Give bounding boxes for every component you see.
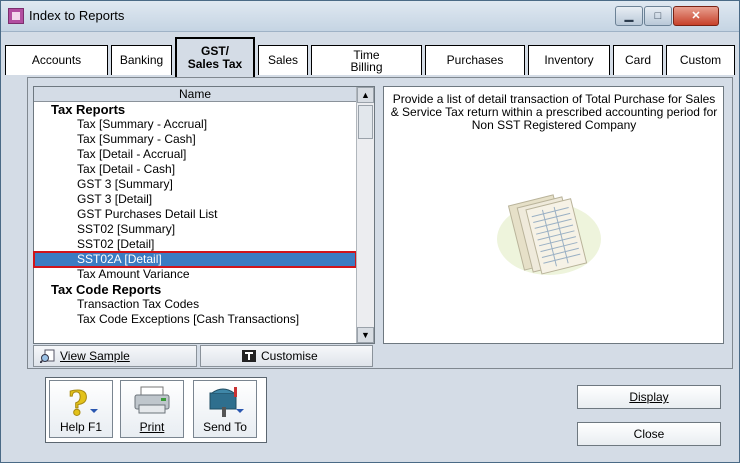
tab-inventory[interactable]: Inventory (528, 45, 610, 75)
bottom-toolbar: ? Help F1 Print Send To Display Close (27, 373, 733, 459)
tab-custom[interactable]: Custom (666, 45, 735, 75)
tab-label: Custom (679, 53, 722, 67)
report-tabs: Accounts Banking GST/ Sales Tax Sales Ti… (5, 37, 735, 77)
list-item[interactable]: Tax [Detail - Cash] (34, 162, 356, 177)
tab-gst-sales-tax[interactable]: GST/ Sales Tax (175, 37, 255, 77)
tab-label: Time (353, 48, 380, 62)
scroll-down-icon[interactable]: ▼ (357, 327, 374, 343)
category-tax-reports[interactable]: Tax Reports (34, 102, 356, 117)
list-item[interactable]: Tax [Summary - Cash] (34, 132, 356, 147)
list-item[interactable]: SST02 [Detail] (34, 237, 356, 252)
print-label: Print (121, 420, 183, 434)
help-button[interactable]: ? Help F1 (49, 380, 113, 438)
list-item[interactable]: SST02 [Summary] (34, 222, 356, 237)
display-button[interactable]: Display (577, 385, 721, 409)
list-scrollbar[interactable]: ▲ ▼ (356, 87, 374, 343)
send-to-icon (209, 387, 244, 417)
list-item[interactable]: Tax Code Exceptions [Cash Transactions] (34, 312, 356, 327)
tab-accounts[interactable]: Accounts (5, 45, 108, 75)
index-to-reports-window: Index to Reports ▁ □ ✕ Accounts Banking … (0, 0, 740, 463)
tab-sales[interactable]: Sales (258, 45, 308, 75)
scroll-up-icon[interactable]: ▲ (357, 87, 374, 103)
name-column-header: Name (34, 87, 356, 102)
tab-label: Billing (350, 60, 383, 74)
tab-time-billing[interactable]: Time Billing (311, 45, 422, 75)
close-icon: ✕ (691, 10, 701, 22)
list-item[interactable]: Tax [Detail - Accrual] (34, 147, 356, 162)
scroll-thumb[interactable] (358, 105, 373, 139)
tab-label: Inventory (544, 53, 594, 67)
maximize-icon: □ (654, 10, 662, 22)
reports-panel: Name Tax Reports Tax [Summary - Accrual]… (27, 77, 733, 369)
tab-purchases[interactable]: Purchases (425, 45, 525, 75)
window-title: Index to Reports (29, 8, 125, 23)
tab-banking[interactable]: Banking (111, 45, 172, 75)
report-description: Provide a list of detail transaction of … (390, 92, 718, 132)
view-sample-label: View Sample (60, 349, 130, 363)
command-bar: ? Help F1 Print Send To (45, 377, 267, 443)
display-label: Display (629, 390, 669, 404)
tab-label: Sales (267, 53, 299, 67)
customise-icon (242, 350, 256, 362)
list-item[interactable]: Transaction Tax Codes (34, 297, 356, 312)
list-item[interactable]: GST 3 [Summary] (34, 177, 356, 192)
list-item[interactable]: Tax [Summary - Accrual] (34, 117, 356, 132)
tab-label: Card (624, 53, 651, 67)
view-sample-icon (40, 349, 55, 363)
list-item-selected[interactable]: SST02A [Detail] (33, 251, 357, 268)
printer-icon (134, 386, 170, 414)
customise-button[interactable]: Customise (200, 345, 373, 367)
help-icon: ? (68, 385, 98, 419)
list-item[interactable]: GST 3 [Detail] (34, 192, 356, 207)
report-sheets-icon (497, 194, 601, 275)
close-window-button[interactable]: ✕ (673, 6, 719, 26)
close-label: Close (633, 427, 665, 441)
tab-label: Purchases (446, 53, 504, 67)
print-label-text: Print (139, 420, 165, 434)
list-item[interactable]: GST Purchases Detail List (34, 207, 356, 222)
customise-label: Customise (261, 349, 318, 363)
tab-label: GST/ (200, 44, 229, 58)
help-label: Help F1 (59, 420, 103, 434)
minimize-icon: ▁ (624, 10, 634, 22)
tab-card[interactable]: Card (613, 45, 663, 75)
category-tax-code-reports[interactable]: Tax Code Reports (34, 282, 356, 297)
title-bar: Index to Reports ▁ □ ✕ (1, 1, 739, 32)
app-icon (8, 8, 24, 24)
report-list: Name Tax Reports Tax [Summary - Accrual]… (33, 86, 375, 344)
view-sample-button[interactable]: View Sample (33, 345, 197, 367)
report-rows: Tax Reports Tax [Summary - Accrual] Tax … (33, 102, 357, 327)
close-button[interactable]: Close (577, 422, 721, 446)
print-button[interactable]: Print (120, 380, 184, 438)
send-to-button[interactable]: Send To (193, 380, 257, 438)
tab-label: Sales Tax (187, 57, 243, 71)
list-item[interactable]: Tax Amount Variance (34, 267, 356, 282)
svg-text:?: ? (68, 385, 88, 419)
report-description-pane: Provide a list of detail transaction of … (383, 86, 724, 344)
minimize-button[interactable]: ▁ (615, 6, 643, 26)
tab-label: Accounts (31, 53, 82, 67)
send-to-label: Send To (203, 420, 247, 434)
maximize-button[interactable]: □ (644, 6, 672, 26)
tab-label: Banking (119, 53, 164, 67)
